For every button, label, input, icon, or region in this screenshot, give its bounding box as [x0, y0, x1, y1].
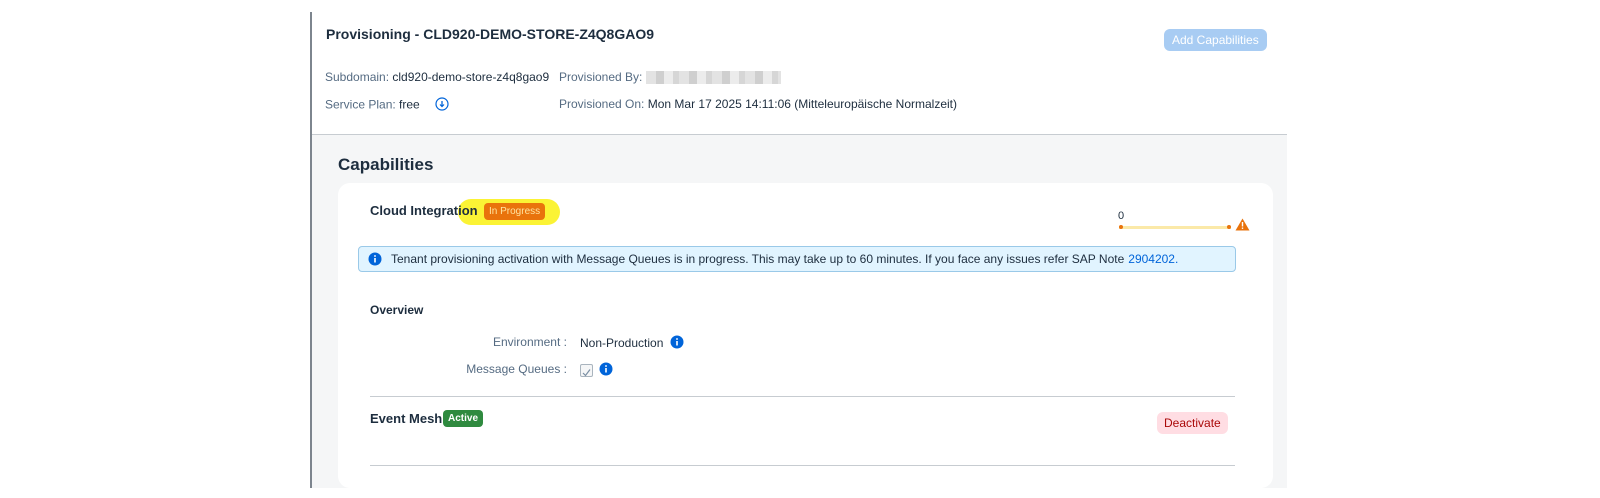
- cloud-integration-title: Cloud Integration: [370, 203, 478, 218]
- page-title: Provisioning - CLD920-DEMO-STORE-Z4Q8GAO…: [326, 26, 655, 42]
- deactivate-button[interactable]: Deactivate: [1157, 412, 1228, 434]
- sap-note-link[interactable]: 2904202: [1128, 252, 1175, 266]
- progress-fill: [1119, 225, 1123, 229]
- message-queues-label: Message Queues :: [466, 362, 567, 376]
- provisioned-on-label: Provisioned On:: [559, 97, 645, 111]
- message-queues-checkbox[interactable]: [580, 364, 593, 377]
- info-message-body: Tenant provisioning activation with Mess…: [391, 252, 1125, 266]
- service-plan-value: free: [399, 97, 420, 112]
- checkbox-check-icon: [582, 369, 591, 377]
- warning-icon: [1235, 218, 1250, 236]
- provisioned-by-redacted: [645, 71, 781, 85]
- page-header: Provisioning - CLD920-DEMO-STORE-Z4Q8GAO…: [312, 12, 1287, 135]
- provisioned-by-field: Provisioned By:: [559, 70, 781, 85]
- service-plan-field: Service Plan: free: [325, 97, 449, 114]
- provisioned-on-value: Mon Mar 17 2025 14:11:06 (Mitteleuropäis…: [647, 97, 957, 111]
- capabilities-section: Capabilities Cloud Integration In Progre…: [312, 135, 1287, 488]
- info-icon: [368, 252, 382, 271]
- info-message-strip: Tenant provisioning activation with Mess…: [358, 246, 1236, 272]
- divider: [370, 396, 1235, 397]
- overview-heading: Overview: [370, 303, 424, 317]
- subdomain-label: Subdomain:: [325, 70, 390, 84]
- environment-value: Non-Production: [580, 336, 664, 350]
- capabilities-card: Cloud Integration In Progress 0 Tenant p…: [338, 183, 1273, 488]
- event-mesh-title: Event Mesh: [370, 411, 443, 426]
- subdomain-field: Subdomain: cld920-demo-store-z4q8gao9: [325, 70, 549, 84]
- progress-bar: [1119, 225, 1231, 229]
- message-queues-info-icon[interactable]: [599, 362, 613, 381]
- progress-end-marker: [1227, 225, 1231, 229]
- provisioned-on-field: Provisioned On: Mon Mar 17 2025 14:11:06…: [559, 97, 957, 111]
- service-plan-info-icon[interactable]: [435, 97, 449, 114]
- divider: [370, 465, 1235, 466]
- environment-label: Environment :: [492, 335, 567, 349]
- service-plan-label: Service Plan:: [325, 97, 396, 112]
- active-badge: Active: [443, 410, 484, 427]
- add-capabilities-button[interactable]: Add Capabilities: [1164, 29, 1267, 51]
- sap-note-suffix: .: [1174, 252, 1179, 266]
- in-progress-badge: In Progress: [484, 203, 546, 220]
- info-message-text: Tenant provisioning activation with Mess…: [391, 252, 1178, 266]
- capabilities-heading: Capabilities: [338, 155, 434, 174]
- subdomain-value: cld920-demo-store-z4q8gao9: [392, 70, 550, 84]
- progress-value: 0: [1118, 210, 1125, 222]
- environment-info-icon[interactable]: [670, 335, 684, 354]
- provisioned-by-label: Provisioned By:: [559, 70, 643, 84]
